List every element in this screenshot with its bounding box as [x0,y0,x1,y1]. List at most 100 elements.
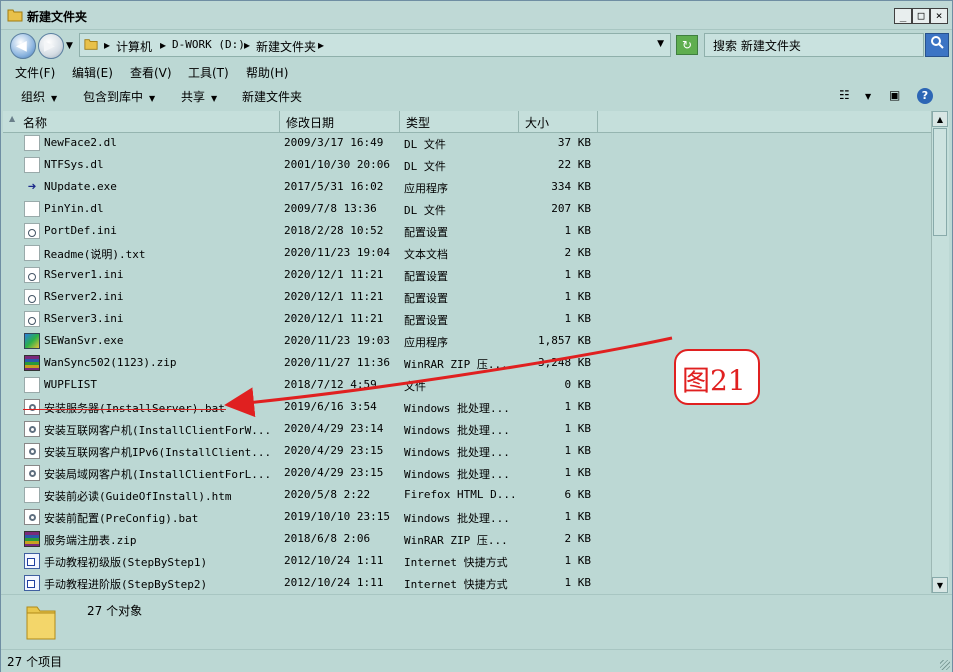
file-row[interactable]: NTFSys.dl 2001/10/30 20:06 DL 文件 22 KB [3,154,931,176]
preview-pane-icon[interactable]: ▣ [889,88,900,102]
html-icon [24,487,40,503]
file-row[interactable]: SEWanSvr.exe 2020/11/23 19:03 应用程序 1,857 KB [3,330,931,352]
search-box[interactable] [704,33,924,57]
file-date: 2012/10/24 1:11 [284,576,384,589]
file-row[interactable]: WanSync502(1123).zip 2020/11/27 11:36 WinR… [3,352,931,374]
column-size[interactable]: 大小 [519,111,598,132]
file-date: 2012/10/24 1:11 [284,554,384,567]
menu-view[interactable]: 查看(V) [130,64,172,81]
file-row[interactable]: 安装前必读(GuideOfInstall).htm 2020/5/8 2:22 Fi… [3,484,931,506]
menu-help[interactable]: 帮助(H) [246,64,288,81]
chevron-down-icon: ▼ [211,94,218,103]
file-row[interactable]: 服务端注册表.zip 2018/6/8 2:06 WinRAR ZIP 压... 2 … [3,528,931,550]
minimize-button[interactable]: _ [894,8,912,24]
bat-icon [24,399,40,415]
shortcut-icon [24,575,40,591]
breadcrumb-folder[interactable]: 新建文件夹 [256,38,316,55]
breadcrumb-separator[interactable]: ▸ [160,38,166,52]
scroll-up-icon[interactable]: ▲ [932,111,948,127]
file-date: 2020/5/8 2:22 [284,488,371,501]
file-row[interactable]: 安装前配置(PreConfig).bat 2019/10/10 23:15 Wind… [3,506,931,528]
file-size: 1 KB [564,312,592,325]
view-dropdown-icon[interactable]: ▼ [865,92,871,101]
file-type: Windows 批处理... [404,402,510,415]
file-name: 安装前配置(PreConfig).bat [44,512,199,525]
column-date[interactable]: 修改日期 [280,111,400,132]
file-row[interactable]: RServer3.ini 2020/12/1 11:21 配置设置 1 KB [3,308,931,330]
file-date: 2020/4/29 23:15 [284,444,384,457]
file-size: 37 KB [557,136,591,149]
file-name: RServer3.ini [44,312,124,325]
object-count: 27 个对象 [87,604,143,618]
title-bar: 新建文件夹 _ □ × [1,1,952,30]
file-row[interactable]: Readme(说明).txt 2020/11/23 19:04 文本文档 2 KB [3,242,931,264]
column-name[interactable]: 名称 ▲ [3,111,280,132]
column-type[interactable]: 类型 [400,111,519,132]
file-row[interactable]: RServer2.ini 2020/12/1 11:21 配置设置 1 KB [3,286,931,308]
file-row[interactable]: NewFace2.dl 2009/3/17 16:49 DL 文件 37 KB [3,132,931,154]
file-row[interactable]: ➜ NUpdate.exe 2017/5/31 16:02 应用程序 334 KB [3,176,931,198]
help-icon[interactable]: ? [917,88,933,104]
file-row[interactable]: 手动教程初级版(StepByStep1) 2012/10/24 1:11 Inter… [3,550,931,572]
file-row[interactable]: PortDef.ini 2018/2/28 10:52 配置设置 1 KB [3,220,931,242]
file-row[interactable]: 安装局域网客户机(InstallClientForL... 2020/4/29 2… [3,462,931,484]
breadcrumb-drive[interactable]: D-WORK (D:) [172,38,245,51]
file-type: Windows 批处理... [404,446,510,459]
address-bar[interactable]: ▸ 计算机 ▸ D-WORK (D:) ▸ 新建文件夹 ▸ ▼ [79,33,671,57]
file-date: 2020/12/1 11:21 [284,290,384,303]
file-row[interactable]: 安装互联网客户机(InstallClientForW... 2020/4/29 2… [3,418,931,440]
file-date: 2009/3/17 16:49 [284,136,384,149]
menu-file[interactable]: 文件(F) [15,64,55,81]
file-date: 2019/10/10 23:15 [284,510,390,523]
breadcrumb-separator[interactable]: ▸ [318,38,324,52]
file-size: 1 KB [564,554,592,567]
file-type: DL 文件 [404,160,446,173]
breadcrumb-computer[interactable]: 计算机 [116,38,152,55]
file-name: 手动教程进阶版(StepByStep2) [44,578,208,591]
breadcrumb-separator[interactable]: ▸ [244,38,250,52]
search-input[interactable] [711,37,915,53]
file-row[interactable]: PinYin.dl 2009/7/8 13:36 DL 文件 207 KB [3,198,931,220]
file-size: 22 KB [557,158,591,171]
include-in-library-button[interactable]: 包含到库中 ▼ [83,88,155,105]
view-options-icon[interactable]: ☷ [839,88,850,102]
bat-icon [24,509,40,525]
file-size: 1 KB [564,510,592,523]
organize-button[interactable]: 组织 ▼ [21,88,57,105]
history-dropdown-icon[interactable]: ▼ [66,41,73,51]
back-button[interactable]: ◀ [10,33,36,59]
refresh-button[interactable]: ↻ [676,35,698,55]
menu-edit[interactable]: 编辑(E) [72,64,113,81]
file-date: 2020/4/29 23:14 [284,422,384,435]
zip-icon [24,355,40,371]
file-name: NUpdate.exe [44,180,117,193]
file-date: 2001/10/30 20:06 [284,158,390,171]
file-row[interactable]: WUPFLIST 2018/7/12 4:59 文件 0 KB [3,374,931,396]
file-row[interactable]: RServer1.ini 2020/12/1 11:21 配置设置 1 KB [3,264,931,286]
maximize-button[interactable]: □ [912,8,930,24]
vertical-scrollbar[interactable]: ▲ ▼ [931,111,949,593]
forward-button[interactable]: ▶ [38,33,64,59]
details-pane: 27 个对象 [1,594,952,650]
new-folder-button[interactable]: 新建文件夹 [242,88,302,105]
share-button[interactable]: 共享 ▼ [181,88,217,105]
file-row[interactable]: 手动教程进阶版(StepByStep2) 2012/10/24 1:11 Inter… [3,572,931,593]
scroll-down-icon[interactable]: ▼ [932,577,948,593]
search-icon[interactable] [925,33,949,57]
column-date-label: 修改日期 [286,116,335,130]
menu-tools[interactable]: 工具(T) [188,64,229,81]
file-row[interactable]: 安装互联网客户机IPv6(InstallClient... 2020/4/29 2… [3,440,931,462]
file-type: WinRAR ZIP 压... [404,534,508,547]
close-button[interactable]: × [930,8,948,24]
file-size: 2 KB [564,246,592,259]
file-name: 服务端注册表.zip [44,534,137,547]
address-dropdown-icon[interactable]: ▼ [657,39,664,49]
file-row[interactable]: 安装服务器(InstallServer).bat 2019/6/16 3:54 Wi… [3,396,931,418]
file-size: 3,248 KB [538,356,591,369]
chevron-down-icon: ▼ [149,94,156,103]
file-size: 1 KB [564,422,592,435]
breadcrumb-separator[interactable]: ▸ [104,38,110,52]
resize-grip-icon[interactable] [940,660,950,670]
file-size: 334 KB [551,180,591,193]
scroll-thumb[interactable] [933,128,947,236]
